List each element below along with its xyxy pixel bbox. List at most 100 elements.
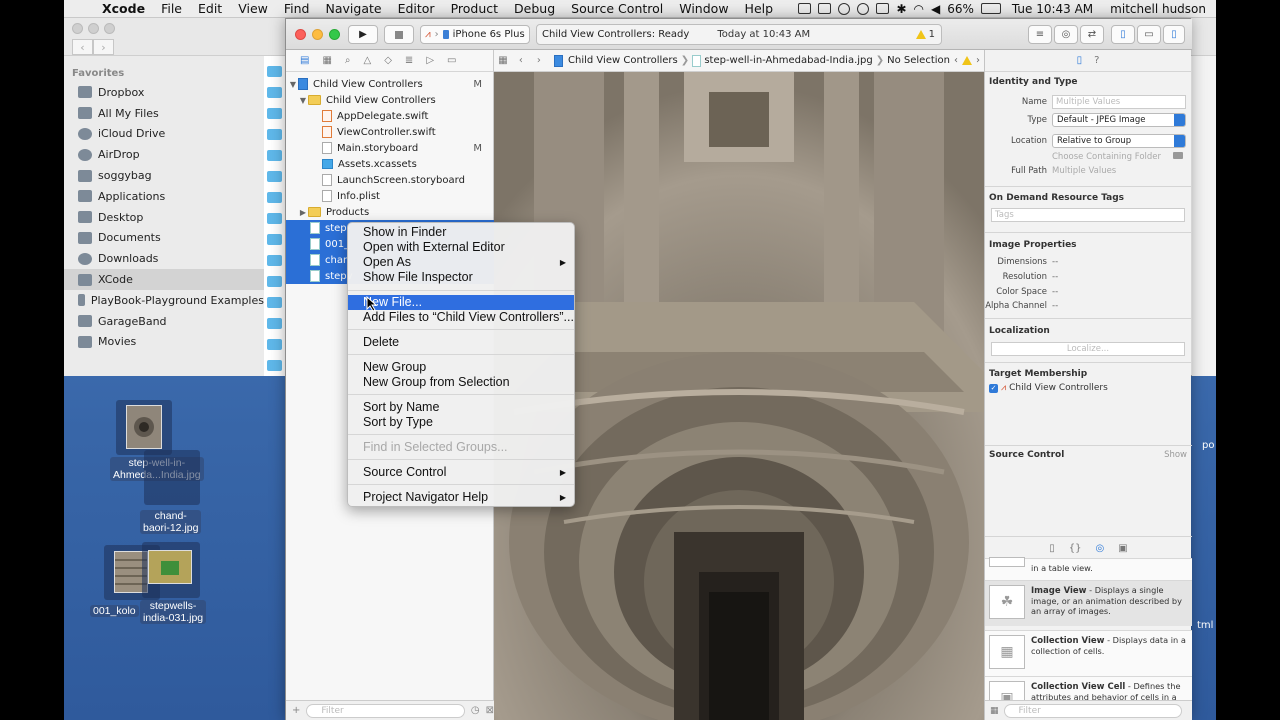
- wifi-icon[interactable]: ◠: [914, 2, 924, 16]
- show-button[interactable]: Show: [1164, 450, 1187, 460]
- media-library-icon[interactable]: ▣: [1118, 543, 1127, 554]
- folder-icon[interactable]: [267, 192, 282, 203]
- library-item-collection-view-cell[interactable]: ▣ Collection View Cell - Defines the att…: [985, 676, 1192, 700]
- run-button[interactable]: ▶: [348, 25, 378, 44]
- menu-product[interactable]: Product: [443, 1, 506, 16]
- bluetooth-icon[interactable]: ✱: [896, 2, 906, 16]
- tree-row-group[interactable]: ▶ Products: [286, 204, 494, 220]
- localize-button[interactable]: Localize...: [991, 342, 1185, 356]
- tree-row-file[interactable]: AppDelegate.swift: [286, 108, 494, 124]
- help-icon[interactable]: ?: [1094, 55, 1099, 66]
- sidebar-item-icloud-drive[interactable]: iCloud Drive: [64, 124, 264, 145]
- folder-icon[interactable]: [267, 339, 282, 350]
- menu-view[interactable]: View: [230, 1, 276, 16]
- forward-arrow-icon[interactable]: ›: [530, 55, 548, 66]
- sidebar-item-applications[interactable]: Applications: [64, 186, 264, 207]
- menu-help[interactable]: Help: [737, 1, 782, 16]
- sidebar-item-downloads[interactable]: Downloads: [64, 248, 264, 269]
- finder-zoom-button[interactable]: [104, 23, 115, 34]
- breakpoint-icon[interactable]: ▷: [426, 55, 434, 66]
- scheme-selector[interactable]: ⩘ › iPhone 6s Plus: [420, 25, 530, 44]
- filter-icon[interactable]: ⊠: [486, 705, 494, 716]
- zoom-button[interactable]: [329, 29, 340, 40]
- disclosure-down-icon[interactable]: ▼: [288, 80, 298, 89]
- sidebar-item-desktop[interactable]: Desktop: [64, 207, 264, 228]
- menu-item-sort-by-type[interactable]: Sort by Type: [348, 415, 574, 430]
- screen-share-icon[interactable]: [876, 3, 890, 14]
- name-field[interactable]: Multiple Values: [1052, 95, 1186, 109]
- folder-icon[interactable]: [267, 129, 282, 140]
- folder-icon[interactable]: [267, 66, 282, 77]
- menu-item-show-in-finder[interactable]: Show in Finder: [348, 225, 574, 240]
- sidebar-item-soggybag[interactable]: soggybag: [64, 165, 264, 186]
- sidebar-item-dropbox[interactable]: Dropbox: [64, 82, 264, 103]
- stop-button[interactable]: [384, 25, 414, 44]
- standard-editor-button[interactable]: ≡: [1028, 25, 1052, 44]
- folder-icon[interactable]: [267, 108, 282, 119]
- folder-icon[interactable]: [267, 171, 282, 182]
- folder-icon[interactable]: [267, 360, 282, 371]
- sidebar-item-airdrop[interactable]: AirDrop: [64, 144, 264, 165]
- folder-icon[interactable]: [267, 234, 282, 245]
- report-icon[interactable]: ▭: [447, 55, 456, 66]
- tree-row-project[interactable]: ▼ Child View Controllers M: [286, 76, 494, 92]
- menu-find[interactable]: Find: [276, 1, 318, 16]
- warning-icon[interactable]: △: [364, 55, 372, 66]
- menu-item-new-file[interactable]: New File...: [348, 295, 574, 310]
- forward-button[interactable]: ›: [93, 39, 114, 55]
- menu-user[interactable]: mitchell hudson: [1110, 2, 1206, 16]
- sidebar-item-documents[interactable]: Documents: [64, 228, 264, 249]
- menu-item-source-control[interactable]: Source Control ▶: [348, 465, 574, 480]
- assistant-editor-button[interactable]: ◎: [1054, 25, 1078, 44]
- menu-edit[interactable]: Edit: [190, 1, 230, 16]
- tree-row-file[interactable]: ViewController.swift: [286, 124, 494, 140]
- finder-minimize-button[interactable]: [88, 23, 99, 34]
- sidebar-item-movies[interactable]: Movies: [64, 332, 264, 353]
- debug-icon[interactable]: ≣: [405, 55, 413, 66]
- code-snippet-icon[interactable]: {}: [1069, 543, 1082, 554]
- menu-navigate[interactable]: Navigate: [318, 1, 390, 16]
- sidebar-item-garageband[interactable]: GarageBand: [64, 311, 264, 332]
- issue-forward-icon[interactable]: ›: [972, 55, 984, 66]
- folder-icon[interactable]: [1173, 152, 1183, 159]
- checkbox-checked-icon[interactable]: ✓: [989, 383, 998, 393]
- menu-clock[interactable]: Tue 10:43 AM: [1012, 2, 1093, 16]
- folder-icon[interactable]: [267, 276, 282, 287]
- desktop-file-thumbnail[interactable]: [126, 405, 162, 449]
- type-select[interactable]: Default - JPEG Image: [1052, 113, 1186, 127]
- toggle-navigator-button[interactable]: ▯: [1111, 25, 1135, 44]
- library-item-collection-view[interactable]: ▦ Collection View - Displays data in a c…: [985, 630, 1192, 676]
- library-filter-input[interactable]: Filter: [1003, 703, 1182, 718]
- close-button[interactable]: [295, 29, 306, 40]
- menu-item-open-as[interactable]: Open As ▶: [348, 255, 574, 270]
- menu-item-new-group-from-selection[interactable]: New Group from Selection: [348, 375, 574, 390]
- back-button[interactable]: ‹: [72, 39, 93, 55]
- tree-row-file[interactable]: Assets.xcassets: [286, 156, 494, 172]
- finder-close-button[interactable]: [72, 23, 83, 34]
- tree-row-file[interactable]: Main.storyboard M: [286, 140, 494, 156]
- warning-indicator[interactable]: 1: [915, 29, 935, 40]
- folder-icon[interactable]: [267, 213, 282, 224]
- folder-icon[interactable]: [267, 255, 282, 266]
- jump-bar-project[interactable]: Child View Controllers: [568, 55, 678, 66]
- menu-editor[interactable]: Editor: [390, 1, 443, 16]
- menu-source-control[interactable]: Source Control: [563, 1, 671, 16]
- desktop-icon-label[interactable]: 001_kolo: [90, 605, 139, 617]
- clock-icon[interactable]: ◷: [471, 705, 480, 716]
- object-library-icon[interactable]: ◎: [1096, 543, 1105, 554]
- tree-row-file[interactable]: LaunchScreen.storyboard: [286, 172, 494, 188]
- search-icon[interactable]: ⌕: [345, 55, 351, 66]
- back-arrow-icon[interactable]: ‹: [512, 55, 530, 66]
- folder-icon[interactable]: [267, 318, 282, 329]
- menu-debug[interactable]: Debug: [506, 1, 563, 16]
- issue-back-icon[interactable]: ‹: [950, 55, 962, 66]
- location-select[interactable]: Relative to Group: [1052, 134, 1186, 148]
- desktop-icon-label[interactable]: chand-baori-12.jpg: [140, 510, 202, 534]
- menu-item-show-file-inspector[interactable]: Show File Inspector: [348, 270, 574, 285]
- library-item-table-cell[interactable]: in a table view.: [985, 557, 1192, 580]
- tree-row-group[interactable]: ▼ Child View Controllers: [286, 92, 494, 108]
- disclosure-down-icon[interactable]: ▼: [298, 96, 308, 105]
- file-inspector-icon[interactable]: ▯: [1077, 55, 1083, 66]
- menu-xcode[interactable]: Xcode: [94, 1, 153, 16]
- menu-item-navigator-help[interactable]: Project Navigator Help ▶: [348, 490, 574, 505]
